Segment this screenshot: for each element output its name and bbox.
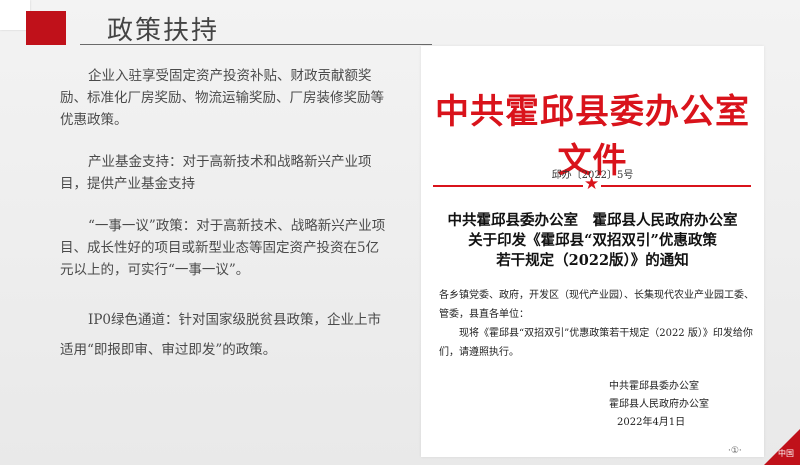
document-signature: 中共霍邱县委办公室 霍邱县人民政府办公室 2022年4月1日: [609, 378, 709, 432]
document-title-line-3: 若干规定（2022版）》的通知: [496, 252, 689, 269]
policy-paragraph-case-by-case: “一事一议”政策：对于高新技术、战略新兴产业项目、成长性好的项目或新型业态等固定…: [60, 218, 386, 278]
policy-paragraph-ipo: IP0绿色通道：针对国家级脱贫县政策，企业上市适用“即报即审、审过即发”的政策。: [60, 312, 382, 358]
document-title: 中共霍邱县委办公室 霍邱县人民政府办公室 关于印发《霍邱县“双招双引”优惠政策 …: [421, 211, 764, 271]
corner-decoration-red: [26, 11, 66, 45]
slide-footer-mark: ·①·: [728, 446, 742, 456]
corner-logo: [764, 429, 800, 465]
document-red-rule-left: [433, 185, 583, 187]
policy-paragraph-subsidy: 企业入驻享受固定资产投资补贴、财政贡献额奖励、标准化厂房奖励、物流运输奖励、厂房…: [60, 68, 384, 128]
document-body-notice: 现将《霍邱县“双招双引”优惠政策若干规定（2022 版）》印发给你们，请遵照执行…: [439, 328, 753, 358]
policy-text-panel: 企业入驻享受固定资产投资补贴、财政贡献额奖励、标准化厂房奖励、物流运输奖励、厂房…: [60, 65, 392, 365]
document-title-line-1: 中共霍邱县委办公室 霍邱县人民政府办公室: [447, 212, 738, 229]
signature-line-1: 中共霍邱县委办公室: [609, 381, 699, 392]
page-title: 政策扶持: [107, 16, 220, 46]
policy-paragraph-fund: 产业基金支持：对于高新技术和战略新兴产业项目，提供产业基金支持: [60, 154, 372, 192]
official-document-image: 中共霍邱县委办公室文件 邱办〔2022〕5号 ★ 中共霍邱县委办公室 霍邱县人民…: [421, 46, 764, 457]
document-title-line-2: 关于印发《霍邱县“双招双引”优惠政策: [468, 232, 717, 249]
signature-line-2: 霍邱县人民政府办公室: [609, 399, 709, 410]
document-body: 各乡镇党委、政府，开发区（现代产业园）、长集现代农业产业园工委、管委，县直各单位…: [439, 286, 757, 362]
document-red-rule-right: [601, 185, 751, 187]
signature-date: 2022年4月1日: [617, 417, 686, 428]
title-underline: [80, 44, 432, 45]
document-body-addressees: 各乡镇党委、政府，开发区（现代产业园）、长集现代农业产业园工委、管委，县直各单位…: [439, 290, 754, 320]
corner-logo-text: 中国: [778, 449, 794, 458]
red-star-icon: ★: [584, 174, 600, 194]
